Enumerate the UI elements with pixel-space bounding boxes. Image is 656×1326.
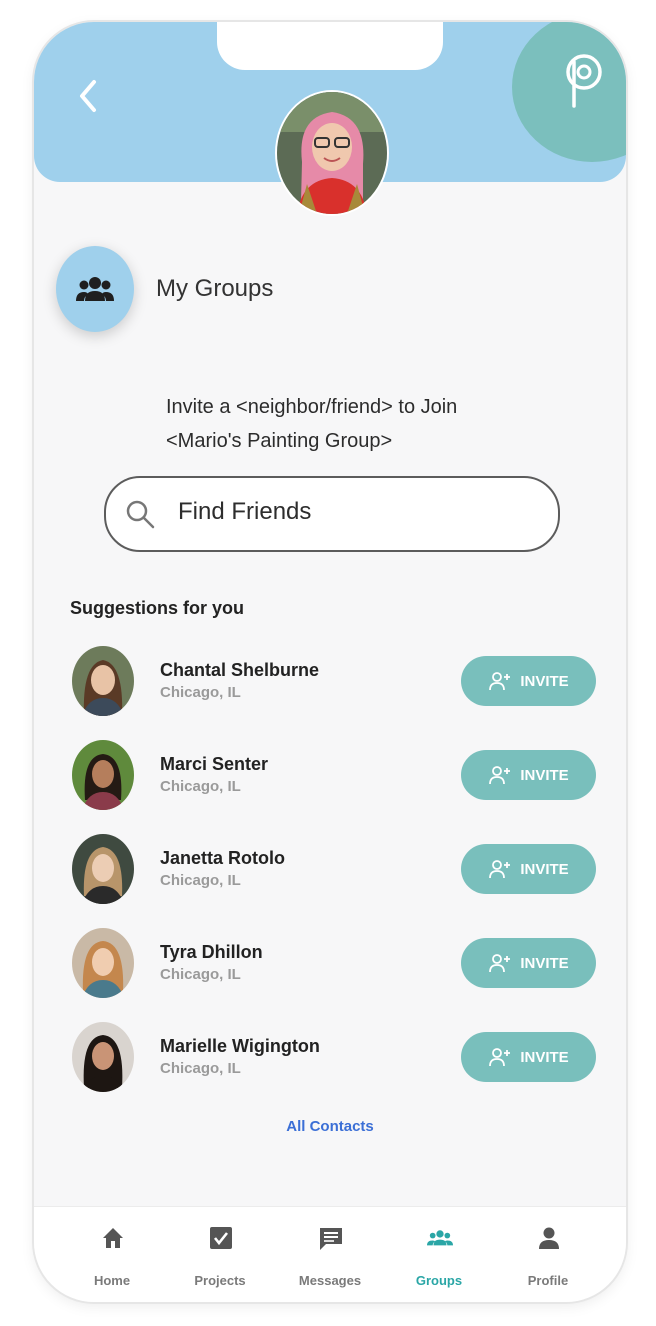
nav-label: Messages <box>298 1273 362 1288</box>
invite-button-label: INVITE <box>520 766 569 784</box>
find-friends-search[interactable]: Find Friends <box>104 476 560 552</box>
contact-avatar <box>72 928 134 998</box>
add-user-icon <box>489 954 511 973</box>
invite-line-1: Invite a <neighbor/friend> to Join <box>166 396 458 418</box>
suggestion-row: Tyra Dhillon Chicago, IL INVITE <box>72 928 602 1000</box>
invite-button[interactable]: INVITE <box>461 750 596 800</box>
groups-icon <box>427 1230 453 1246</box>
nav-projects[interactable]: Projects <box>165 1207 275 1302</box>
phone-screen: My Groups Invite a <neighbor/friend> to … <box>34 22 626 1302</box>
contact-location: Chicago, IL <box>160 778 241 795</box>
suggestion-row: Marielle Wigington Chicago, IL INVITE <box>72 1022 602 1094</box>
contact-name: Marci Senter <box>160 754 269 774</box>
nav-label: Home <box>93 1273 131 1288</box>
nav-profile[interactable]: Profile <box>493 1207 603 1302</box>
my-groups-label[interactable]: My Groups <box>156 275 273 303</box>
suggestion-row: Chantal Shelburne Chicago, IL INVITE <box>72 646 602 718</box>
add-user-icon <box>489 766 511 785</box>
contact-avatar <box>72 646 134 716</box>
nav-messages[interactable]: Messages <box>275 1207 385 1302</box>
invite-button[interactable]: INVITE <box>461 1032 596 1082</box>
groups-icon <box>76 277 114 301</box>
suggestion-row: Marci Senter Chicago, IL INVITE <box>72 740 602 812</box>
invite-button-label: INVITE <box>520 672 569 690</box>
p-logo-icon <box>566 54 602 108</box>
contact-name: Tyra Dhillon <box>160 942 263 962</box>
contact-location: Chicago, IL <box>160 966 241 983</box>
contact-avatar <box>72 1022 134 1092</box>
user-avatar[interactable] <box>275 90 389 216</box>
message-icon <box>320 1228 342 1250</box>
add-user-icon <box>489 672 511 691</box>
nav-label: Profile <box>527 1273 569 1288</box>
search-input[interactable]: Find Friends <box>178 498 311 526</box>
nav-label: Groups <box>415 1273 463 1288</box>
all-contacts-link[interactable]: All Contacts <box>34 1118 626 1135</box>
nav-groups[interactable]: Groups <box>384 1207 494 1302</box>
contact-location: Chicago, IL <box>160 872 241 889</box>
suggestion-row: Janetta Rotolo Chicago, IL INVITE <box>72 834 602 906</box>
invite-button[interactable]: INVITE <box>461 844 596 894</box>
bottom-nav: Home Projects Messages Groups Profile <box>34 1206 626 1302</box>
search-icon <box>126 500 155 529</box>
contact-avatar <box>72 740 134 810</box>
home-icon <box>103 1228 123 1248</box>
invite-button[interactable]: INVITE <box>461 656 596 706</box>
nav-label: Projects <box>194 1273 246 1288</box>
contact-name: Marielle Wigington <box>160 1036 320 1056</box>
checkbox-icon <box>210 1227 232 1249</box>
invite-message: Invite a <neighbor/friend> to Join <Mari… <box>166 390 566 458</box>
person-icon <box>539 1227 559 1249</box>
invite-button[interactable]: INVITE <box>461 938 596 988</box>
chevron-left-icon[interactable] <box>76 78 100 114</box>
my-groups-button[interactable] <box>56 246 134 332</box>
contact-location: Chicago, IL <box>160 1060 241 1077</box>
invite-button-label: INVITE <box>520 1048 569 1066</box>
suggestions-title: Suggestions for you <box>70 598 245 618</box>
invite-line-2: <Mario's Painting Group> <box>166 430 393 452</box>
contact-name: Chantal Shelburne <box>160 660 320 680</box>
contact-avatar <box>72 834 134 904</box>
invite-button-label: INVITE <box>520 860 569 878</box>
add-user-icon <box>489 1048 511 1067</box>
contact-location: Chicago, IL <box>160 684 241 701</box>
add-user-icon <box>489 860 511 879</box>
invite-button-label: INVITE <box>520 954 569 972</box>
phone-notch <box>217 22 443 70</box>
contact-name: Janetta Rotolo <box>160 848 286 868</box>
nav-home[interactable]: Home <box>57 1207 167 1302</box>
